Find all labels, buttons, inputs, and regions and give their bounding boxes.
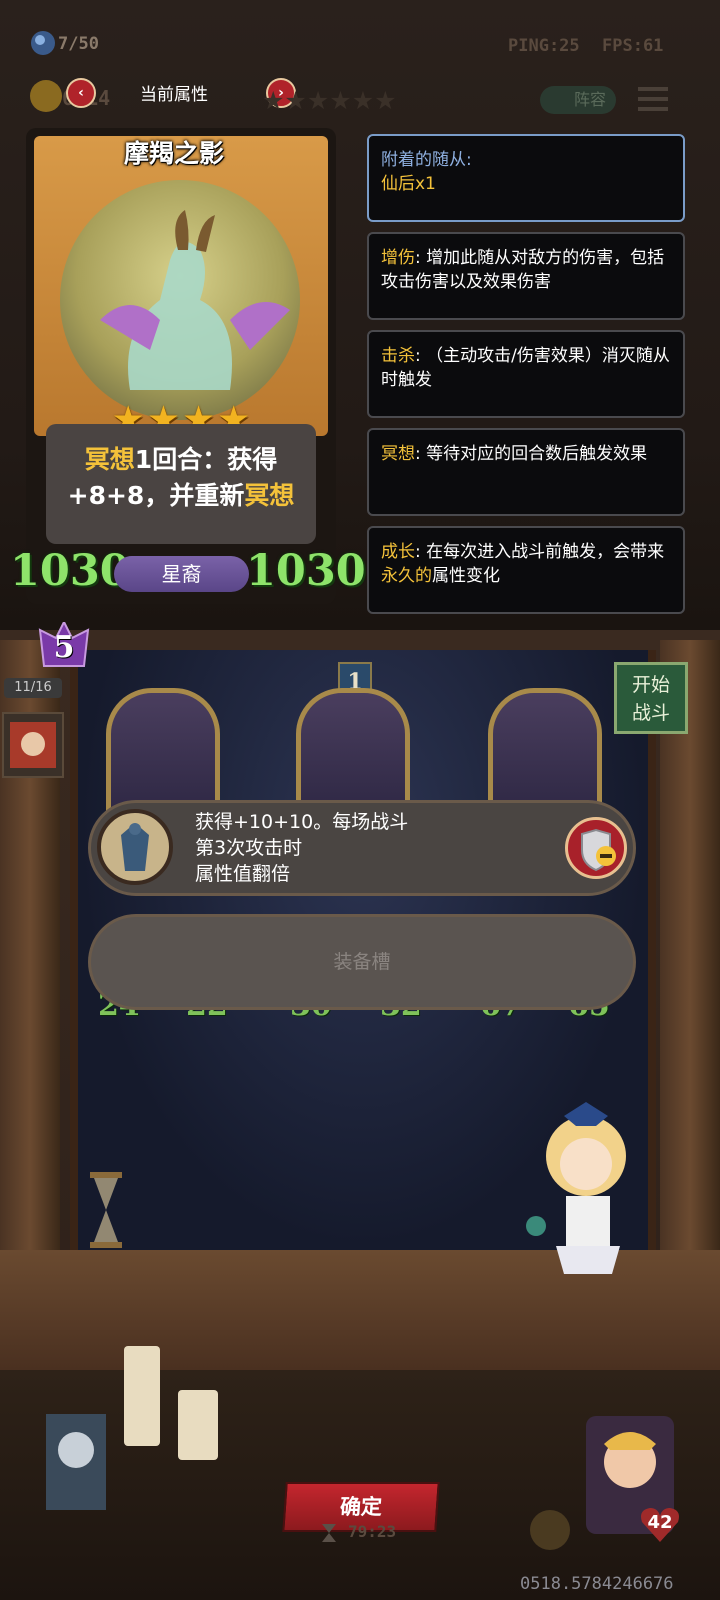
attached-minion-panel: 附着的随从: 仙后x1 (367, 134, 685, 222)
hand-count: 11/16 (4, 678, 62, 698)
start-battle-button[interactable]: 开始 战斗 (614, 662, 688, 734)
minion-card: 摩羯之影 ★★★★ 冥想1回合：获得 +8+8，并重新冥想 1030 星裔 10… (10, 128, 366, 604)
candle-left (124, 1346, 160, 1446)
keyword-damage: 增伤 (381, 248, 415, 268)
hand-card[interactable] (2, 712, 64, 778)
keyword-meditate-panel: 冥想: 等待对应的回合数后触发效果 (367, 428, 685, 516)
keyword-damage-text: : 增加此随从对敌方的伤害，包括攻击伤害以及效果伤害 (381, 248, 665, 292)
fps-readout: FPS:61 (602, 36, 664, 56)
attached-label: 附着的随从: (381, 150, 472, 170)
tavern-stars: ★★★★★★ (262, 86, 397, 115)
keyword-meditate-text: : 等待对应的回合数后触发效果 (415, 444, 648, 464)
star-icon: ★ (306, 86, 330, 115)
attached-value: 仙后x1 (381, 174, 436, 194)
equipment-slot[interactable]: 装备槽 (88, 914, 636, 1010)
star-icon: ★ (374, 86, 397, 115)
keyword-kill: 击杀 (381, 346, 415, 366)
star-icon: ★ (284, 86, 307, 115)
meditate-keyword: 冥想 (244, 481, 295, 510)
card-health: 1030 (246, 546, 366, 596)
card-tribe: 星裔 (114, 556, 249, 592)
meditate-keyword: 冥想 (84, 445, 135, 474)
gold-coin-icon (30, 80, 62, 112)
population-count: 7/50 (58, 34, 99, 54)
hero-character (516, 1096, 646, 1286)
card-name: 摩羯之影 (123, 139, 224, 168)
candle-right (178, 1390, 218, 1460)
card-description: 冥想1回合：获得 +8+8，并重新冥想 (46, 424, 316, 544)
equipment-popup: 获得+10+10。每场战斗 第3次攻击时 属性值翻倍 (88, 800, 636, 896)
desc-line1: 1回合：获得 (134, 445, 278, 474)
keyword-kill-text: : （主动攻击/伤害效果）消灭随从时触发 (381, 346, 670, 390)
player-id: 0518.5784246676 (520, 1574, 674, 1594)
keyword-growth-text-end: 属性变化 (432, 566, 500, 586)
keyword-damage-panel: 增伤: 增加此随从对敌方的伤害，包括攻击伤害以及效果伤害 (367, 232, 685, 320)
card-attack: 1030 (10, 546, 130, 596)
lineup-label: 阵容 (573, 90, 606, 109)
desc-line2: +8+8，并重新 (67, 481, 245, 510)
keyword-meditate: 冥想 (381, 444, 415, 464)
equipment-description: 获得+10+10。每场战斗 第3次攻击时 属性值翻倍 (195, 809, 535, 887)
tavern-tier-badge: 5 (32, 622, 96, 672)
equip-line3: 属性值翻倍 (195, 863, 291, 885)
attr-tab-title: 当前属性 (140, 85, 208, 105)
ping-readout: PING:25 (508, 36, 580, 56)
star-icon: ★ (329, 86, 352, 115)
population-icon (28, 28, 58, 58)
hero-health: 42 (647, 1512, 673, 1533)
equip-line1: 获得+10+10。每场战斗 (195, 811, 409, 833)
star-icon: ★ (262, 86, 285, 115)
star-icon: ★ (351, 86, 375, 115)
tavern-tier: 5 (53, 630, 75, 665)
cloak-icon (97, 809, 173, 885)
self-avatar[interactable] (46, 1414, 106, 1510)
hourglass-icon (86, 1170, 126, 1250)
unequip-button[interactable] (565, 817, 627, 879)
lineup-button[interactable]: 阵容 (540, 86, 616, 114)
hero-health-badge: 42 (638, 1504, 682, 1544)
keyword-kill-panel: 击杀: （主动攻击/伤害效果）消灭随从时触发 (367, 330, 685, 418)
capricorn-art (60, 180, 300, 420)
keyword-growth: 成长 (381, 542, 415, 562)
equip-line2: 第3次攻击时 (195, 837, 303, 859)
timer-hourglass-icon (318, 1522, 340, 1544)
prev-tab-button[interactable]: ‹ (66, 78, 96, 108)
keyword-growth-panel: 成长: 在每次进入战斗前触发，会带来永久的属性变化 (367, 526, 685, 614)
keyword-permanent: 永久的 (381, 566, 432, 586)
turn-timer: 79:23 (348, 1522, 397, 1541)
menu-icon[interactable] (636, 84, 670, 114)
bell-icon[interactable] (530, 1510, 570, 1550)
keyword-growth-text: : 在每次进入战斗前触发，会带来 (415, 542, 665, 562)
